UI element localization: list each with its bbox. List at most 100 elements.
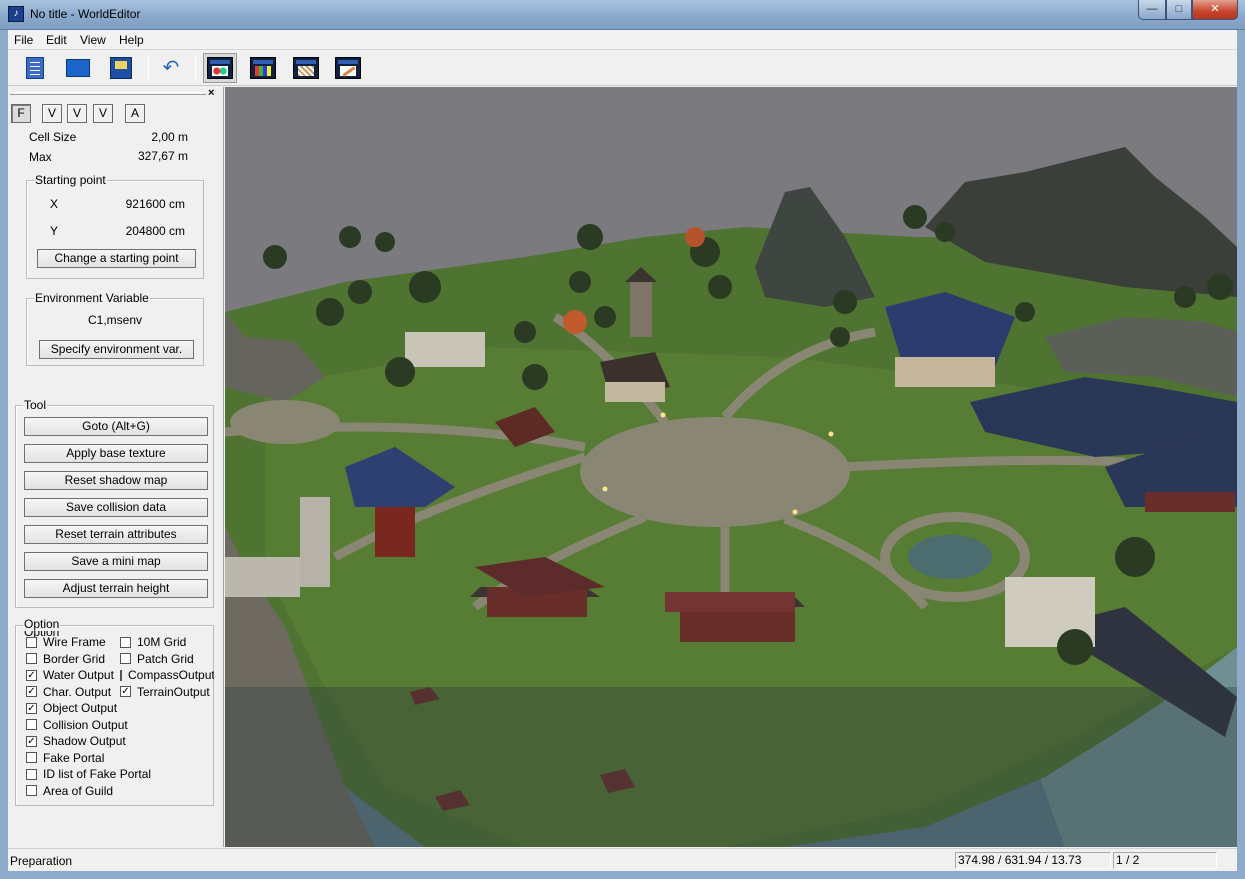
undo-button[interactable]: ↶ <box>154 53 188 83</box>
starting-point-label: Starting point <box>34 173 107 187</box>
menu-bar: File Edit View Help <box>8 30 1237 50</box>
option-id-list-of-fake-portal-checkbox[interactable]: ID list of Fake Portal <box>26 767 151 781</box>
central-plaza <box>580 417 850 527</box>
object-window-button[interactable] <box>289 53 323 83</box>
start-y-label: Y <box>50 224 59 238</box>
status-bar: Preparation 374.98 / 631.94 / 13.73 1 / … <box>8 848 1237 871</box>
checkbox-box[interactable] <box>120 653 131 664</box>
max-value: 327,67 m <box>137 149 188 163</box>
app-icon: ♪ <box>8 6 24 22</box>
option-object-output-checkbox[interactable]: ✓ Object Output <box>26 701 117 715</box>
start-x-label: X <box>50 197 59 211</box>
specify-environment-button[interactable]: Specify environment var. <box>39 340 194 359</box>
checkbox-box[interactable] <box>120 669 122 681</box>
goto-button[interactable]: Goto (Alt+G) <box>24 417 208 436</box>
west-plaza <box>230 400 340 444</box>
new-document-button[interactable] <box>18 53 52 83</box>
menu-view[interactable]: View <box>76 32 110 48</box>
save-mini-map-button[interactable]: Save a mini map <box>24 552 208 571</box>
option-label-caption: Option <box>23 617 61 631</box>
texture-window-button[interactable] <box>246 53 280 83</box>
texture-window-icon <box>250 57 276 79</box>
checkbox-box[interactable]: ✓ <box>26 669 37 681</box>
option-wire-frame-checkbox[interactable]: Wire Frame <box>26 635 106 649</box>
environment-variable-label: Environment Variable <box>34 291 150 305</box>
option-compassoutput-checkbox[interactable]: CompassOutput <box>120 668 214 682</box>
coordinates-pane: 374.98 / 631.94 / 13.73 <box>955 852 1111 869</box>
checkbox-box[interactable] <box>26 752 37 763</box>
option-border-grid-checkbox[interactable]: Border Grid <box>26 652 105 666</box>
maximize-button[interactable]: □ <box>1166 0 1192 20</box>
reset-shadow-map-button[interactable]: Reset shadow map <box>24 471 208 490</box>
brush-window-icon <box>335 57 361 79</box>
checkbox-box[interactable] <box>26 785 37 796</box>
tab-v3[interactable]: V <box>93 104 113 123</box>
tab-f[interactable]: F <box>11 104 31 123</box>
toolbar: ↶ <box>8 50 1237 86</box>
option-water-output-checkbox[interactable]: ✓ Water Output <box>26 668 114 682</box>
checkbox-box[interactable]: ✓ <box>26 686 37 697</box>
window-client: File Edit View Help ↶ × F V V V A Cell S… <box>0 30 1245 879</box>
menu-file[interactable]: File <box>10 32 37 48</box>
terrain-window-button[interactable] <box>203 53 237 83</box>
save-collision-data-button[interactable]: Save collision data <box>24 498 208 517</box>
tool-label: Tool <box>23 398 48 412</box>
tool-group: Tool Goto (Alt+G) Apply base texture Res… <box>15 398 214 608</box>
undo-icon: ↶ <box>162 57 180 79</box>
window-title: No title - WorldEditor <box>30 7 141 21</box>
option-shadow-output-checkbox[interactable]: ✓ Shadow Output <box>26 734 126 748</box>
object-window-icon <box>293 57 319 79</box>
option-fake-portal-checkbox[interactable]: Fake Portal <box>26 751 104 765</box>
checkbox-box[interactable] <box>26 768 37 780</box>
change-starting-point-button[interactable]: Change a starting point <box>37 249 196 268</box>
menu-edit[interactable]: Edit <box>42 32 71 48</box>
option-patch-grid-checkbox[interactable]: Patch Grid <box>120 652 194 666</box>
checkbox-label: Patch Grid <box>137 651 194 666</box>
checkbox-label: Char. Output <box>43 684 112 699</box>
tab-v2[interactable]: V <box>67 104 87 123</box>
checkbox-label: Water Output <box>43 668 114 682</box>
menu-help[interactable]: Help <box>115 32 148 48</box>
environment-file-value: C1,msenv <box>87 313 143 327</box>
max-label: Max <box>29 150 52 164</box>
option-char-output-checkbox[interactable]: ✓ Char. Output <box>26 685 111 699</box>
checkbox-label: ID list of Fake Portal <box>43 767 152 781</box>
save-icon <box>110 57 132 79</box>
start-y-value: 204800 cm <box>125 224 185 238</box>
reset-terrain-attributes-button[interactable]: Reset terrain attributes <box>24 525 208 544</box>
checkbox-box[interactable] <box>26 719 37 730</box>
world-viewport[interactable] <box>225 87 1237 847</box>
tab-v1[interactable]: V <box>42 104 62 123</box>
tab-a[interactable]: A <box>125 104 145 123</box>
close-button[interactable]: ✕ <box>1192 0 1238 20</box>
starting-point-group: Starting point X 921600 cm Y 204800 cm C… <box>26 173 204 279</box>
brush-window-button[interactable] <box>331 53 365 83</box>
checkbox-box[interactable] <box>26 653 37 664</box>
panel-grip[interactable] <box>10 92 206 95</box>
checkbox-box[interactable]: ✓ <box>120 686 131 697</box>
open-folder-button[interactable] <box>61 53 95 83</box>
checkbox-label: CompassOutput <box>128 668 214 682</box>
apply-base-texture-button[interactable]: Apply base texture <box>24 444 208 463</box>
checkbox-label: 10M Grid <box>137 635 187 649</box>
checkbox-label: Collision Output <box>43 717 128 732</box>
checkbox-box[interactable]: ✓ <box>26 702 37 714</box>
save-button[interactable] <box>104 53 138 83</box>
option-collision-output-checkbox[interactable]: Collision Output <box>26 718 128 732</box>
checkbox-box[interactable] <box>26 636 37 648</box>
minimize-button[interactable]: — <box>1138 0 1166 20</box>
panel-close-icon[interactable]: × <box>208 87 214 99</box>
page-pane: 1 / 2 <box>1113 852 1217 869</box>
adjust-terrain-height-button[interactable]: Adjust terrain height <box>24 579 208 598</box>
option-10m-grid-checkbox[interactable]: 10M Grid <box>120 635 186 649</box>
option-area-of-guild-checkbox[interactable]: Area of Guild <box>26 784 113 798</box>
checkbox-box[interactable] <box>120 636 131 648</box>
checkbox-label: Border Grid <box>43 651 106 666</box>
option-terrainoutput-checkbox[interactable]: ✓ TerrainOutput <box>120 685 210 699</box>
pond <box>908 535 992 579</box>
checkbox-label: Area of Guild <box>43 783 114 798</box>
checkbox-box[interactable]: ✓ <box>26 735 37 747</box>
new-document-icon <box>26 57 44 79</box>
title-bar: ♪ No title - WorldEditor — □ ✕ <box>0 0 1245 30</box>
checkbox-label: Wire Frame <box>43 635 106 649</box>
